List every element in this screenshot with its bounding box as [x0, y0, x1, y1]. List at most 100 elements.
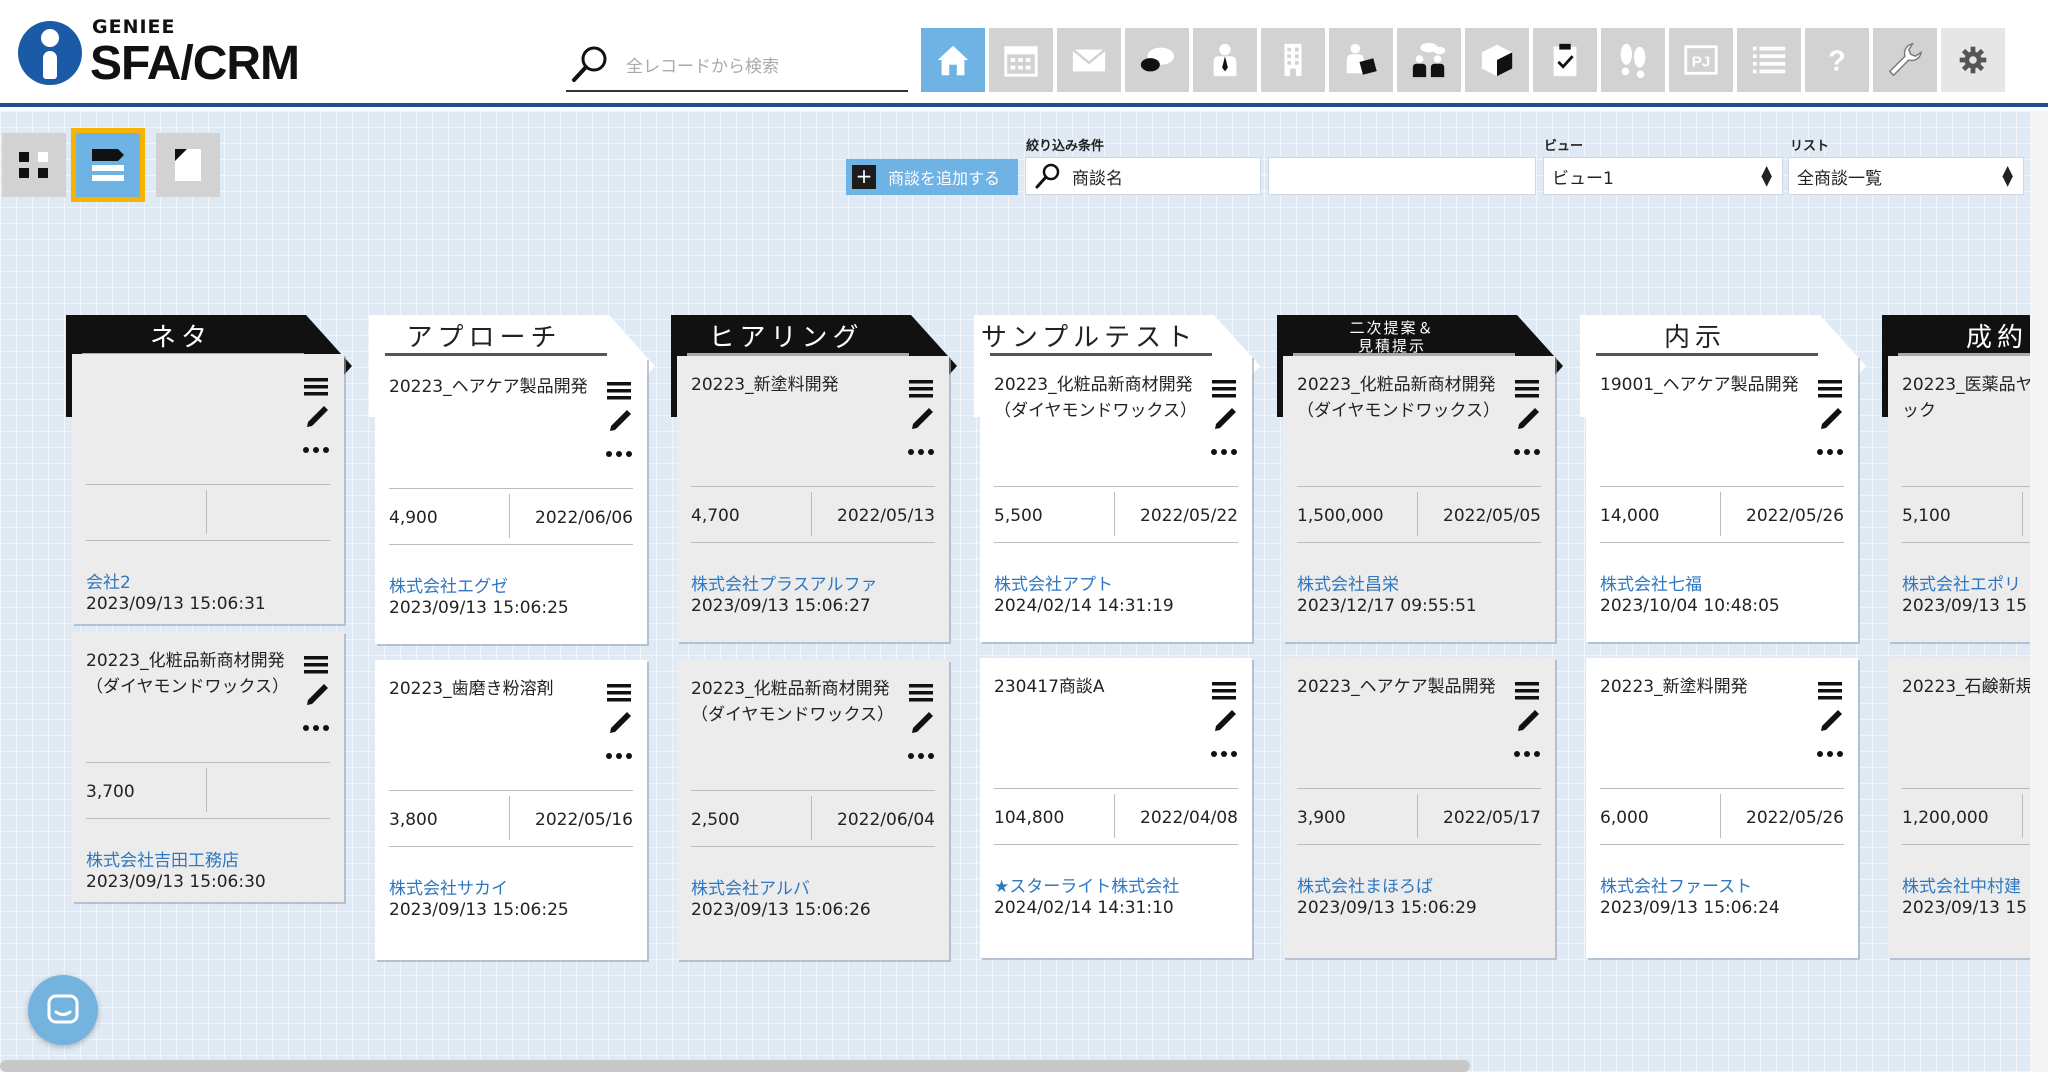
deal-card[interactable]: 20223_石鹸新規 1,200,000 株式会社中村建 2023/09/13 15 — [1888, 658, 2030, 958]
edit-pencil-icon[interactable] — [912, 408, 933, 429]
edit-pencil-icon[interactable] — [1215, 408, 1236, 429]
deal-card[interactable]: 20223_新塗料開発 6,000 2022/05/26 株式会社ファースト 2023/… — [1586, 658, 1858, 958]
nav-company[interactable] — [1261, 28, 1325, 92]
nav-help[interactable]: ? — [1805, 28, 1869, 92]
deal-title[interactable]: 20223_医薬品ヤモンドワック — [1902, 372, 2030, 424]
edit-pencil-icon[interactable] — [1821, 710, 1842, 731]
deal-card[interactable]: 会社2 2023/09/13 15:06:31 — [72, 354, 344, 624]
menu-icon[interactable] — [1515, 682, 1539, 700]
nav-list[interactable] — [1737, 28, 1801, 92]
menu-icon[interactable] — [909, 684, 933, 702]
nav-group[interactable] — [1397, 28, 1461, 92]
edit-pencil-icon[interactable] — [610, 410, 631, 431]
filter-field-select[interactable]: 商談名 — [1025, 157, 1261, 195]
nav-project[interactable]: PJ — [1669, 28, 1733, 92]
menu-icon[interactable] — [909, 380, 933, 398]
horizontal-scrollbar[interactable] — [0, 1060, 1470, 1072]
more-dots-icon[interactable] — [1211, 449, 1237, 455]
deal-company-link[interactable]: 株式会社吉田工務店 — [86, 846, 239, 871]
deal-company-link[interactable]: 株式会社サカイ — [389, 874, 508, 899]
global-search-input[interactable] — [626, 52, 896, 82]
menu-icon[interactable] — [1818, 682, 1842, 700]
deal-card[interactable]: 20223_新塗料開発 4,700 2022/05/13 株式会社プラスアルファ 202… — [677, 356, 949, 642]
view-select[interactable]: ビュー1 ▲ ▼ — [1543, 157, 1783, 195]
view-toggle-grid[interactable] — [2, 133, 66, 197]
more-dots-icon[interactable] — [1817, 751, 1843, 757]
deal-company-link[interactable]: 株式会社エグゼ — [389, 572, 508, 597]
add-deal-button[interactable]: + 商談を追加する — [846, 159, 1018, 195]
deal-card[interactable]: 20223_医薬品ヤモンドワック 5,100 株式会社エポリ2023/09/13 1… — [1888, 356, 2030, 642]
edit-pencil-icon[interactable] — [1215, 710, 1236, 731]
more-dots-icon[interactable] — [1514, 751, 1540, 757]
nav-visit[interactable] — [1601, 28, 1665, 92]
menu-icon[interactable] — [1212, 380, 1236, 398]
nav-settings[interactable] — [1941, 28, 2005, 92]
deal-card[interactable]: 20223_ヘアケア製品開発 4,900 2022/06/06 株式会社エグゼ 2023… — [375, 358, 647, 644]
deal-card[interactable]: 20223_化粧品新商材開発（ダイヤモンドワックス） 5,500 2022/05/2… — [980, 356, 1252, 642]
nav-mail[interactable] — [1057, 28, 1121, 92]
more-dots-icon[interactable] — [1817, 449, 1843, 455]
edit-pencil-icon[interactable] — [610, 712, 631, 733]
app-logo[interactable]: GENIEE SFA/CRM — [18, 16, 318, 96]
deal-card[interactable]: 19001_ヘアケア製品開発 14,000 2022/05/26 株式会社七福 2023… — [1586, 356, 1858, 642]
more-dots-icon[interactable] — [303, 725, 329, 731]
deal-company-link[interactable]: 株式会社まほろば — [1297, 872, 1433, 897]
menu-icon[interactable] — [1515, 380, 1539, 398]
more-dots-icon[interactable] — [1514, 449, 1540, 455]
deal-company-link[interactable]: 株式会社ファースト — [1600, 872, 1752, 897]
filter-value-input[interactable] — [1268, 157, 1536, 195]
deal-title[interactable]: 20223_化粧品新商材開発（ダイヤモンドワックス） — [86, 648, 296, 700]
menu-icon[interactable] — [607, 382, 631, 400]
nav-calendar[interactable] — [989, 28, 1053, 92]
nav-chat[interactable] — [1125, 28, 1189, 92]
edit-pencil-icon[interactable] — [1821, 408, 1842, 429]
deal-title[interactable]: 20223_化粧品新商材開発（ダイヤモンドワックス） — [994, 372, 1204, 424]
deal-company-link[interactable]: 株式会社七福 — [1600, 570, 1702, 595]
deal-title[interactable]: 20223_ヘアケア製品開発 — [389, 374, 599, 400]
deal-card[interactable]: 20223_ヘアケア製品開発 3,900 2022/05/17 株式会社まほろば 202… — [1283, 658, 1555, 958]
deal-title[interactable]: 19001_ヘアケア製品開発 — [1600, 372, 1810, 398]
nav-home[interactable] — [921, 28, 985, 92]
nav-task[interactable] — [1533, 28, 1597, 92]
view-toggle-detail[interactable] — [156, 133, 220, 197]
menu-icon[interactable] — [607, 684, 631, 702]
edit-pencil-icon[interactable] — [307, 406, 328, 427]
edit-pencil-icon[interactable] — [307, 684, 328, 705]
deal-title[interactable]: 20223_化粧品新商材開発（ダイヤモンドワックス） — [1297, 372, 1507, 424]
more-dots-icon[interactable] — [606, 753, 632, 759]
menu-icon[interactable] — [304, 378, 328, 396]
menu-icon[interactable] — [304, 656, 328, 674]
more-dots-icon[interactable] — [1211, 751, 1237, 757]
deal-card[interactable]: 20223_歯磨き粉溶剤 3,800 2022/05/16 株式会社サカイ 2023/0… — [375, 660, 647, 960]
deal-company-link[interactable]: 株式会社エポリ — [1902, 570, 2021, 595]
deal-title[interactable]: 20223_新塗料開発 — [1600, 674, 1810, 700]
more-dots-icon[interactable] — [606, 451, 632, 457]
search-icon[interactable] — [570, 44, 610, 84]
deal-company-link[interactable]: 株式会社プラスアルファ — [691, 570, 878, 595]
deal-company-link[interactable]: 株式会社中村建 — [1902, 872, 2021, 897]
menu-icon[interactable] — [1818, 380, 1842, 398]
nav-settings-tools[interactable] — [1873, 28, 1937, 92]
nav-product[interactable] — [1465, 28, 1529, 92]
edit-pencil-icon[interactable] — [1518, 408, 1539, 429]
more-dots-icon[interactable] — [908, 449, 934, 455]
edit-pencil-icon[interactable] — [912, 712, 933, 733]
deal-company-link[interactable]: 株式会社アルバ — [691, 874, 810, 899]
view-toggle-kanban[interactable] — [71, 128, 145, 202]
support-chat-button[interactable] — [28, 975, 98, 1045]
deal-title[interactable]: 20223_ヘアケア製品開発 — [1297, 674, 1507, 700]
deal-title[interactable]: 20223_新塗料開発 — [691, 372, 901, 398]
more-dots-icon[interactable] — [303, 447, 329, 453]
vertical-scrollbar[interactable] — [2030, 111, 2048, 1072]
nav-contact[interactable] — [1193, 28, 1257, 92]
menu-icon[interactable] — [1212, 682, 1236, 700]
deal-title[interactable]: 20223_石鹸新規 — [1902, 674, 2030, 700]
deal-company-link[interactable]: ★スターライト株式会社 — [994, 872, 1179, 897]
list-select[interactable]: 全商談一覧 ▲ ▼ — [1788, 157, 2024, 195]
deal-card[interactable]: 20223_化粧品新商材開発（ダイヤモンドワックス） 3,700 株式会社吉田工務店… — [72, 632, 344, 902]
deal-title[interactable]: 20223_歯磨き粉溶剤 — [389, 676, 599, 702]
deal-title[interactable]: 20223_化粧品新商材開発（ダイヤモンドワックス） — [691, 676, 901, 728]
deal-card[interactable]: 20223_化粧品新商材開発（ダイヤモンドワックス） 1,500,000 2022/… — [1283, 356, 1555, 642]
deal-title[interactable]: 230417商談A — [994, 674, 1204, 700]
deal-company-link[interactable]: 株式会社アプト — [994, 570, 1113, 595]
